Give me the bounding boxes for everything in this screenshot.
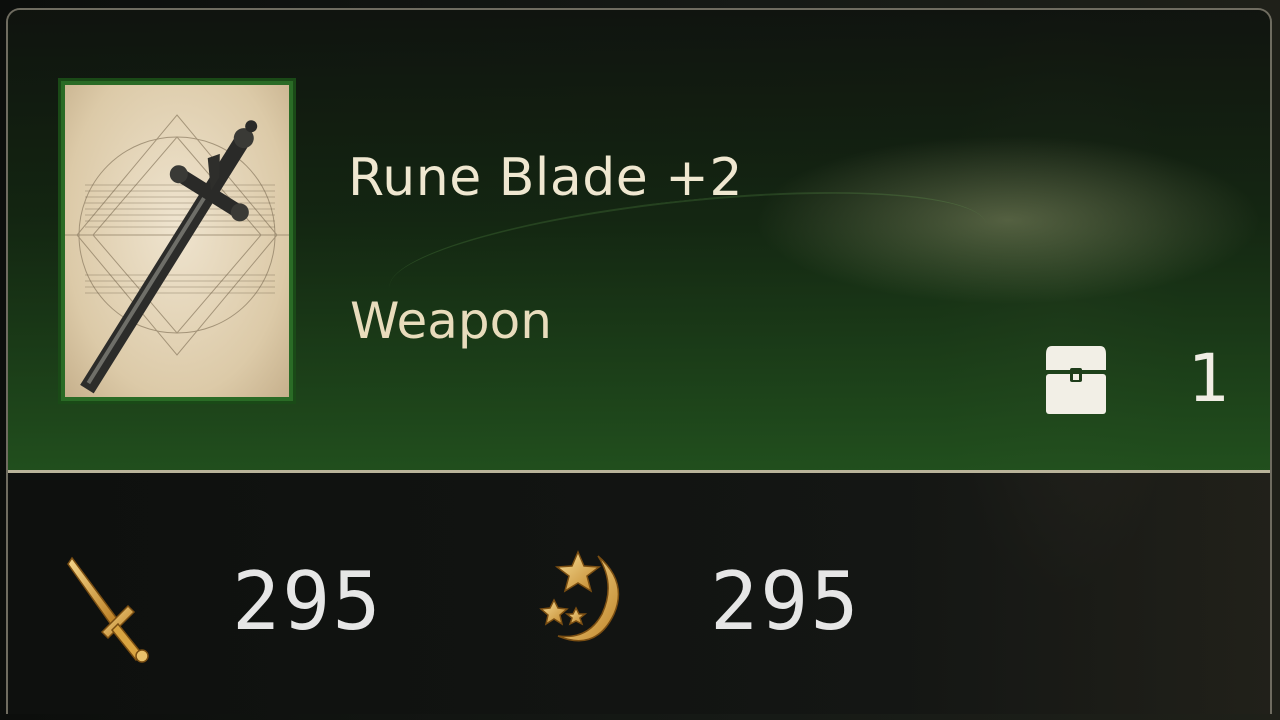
magic-value: 295 xyxy=(710,555,861,648)
item-type: Weapon xyxy=(350,292,552,350)
item-detail-panel: Rune Blade +2 Weapon 1 xyxy=(6,8,1272,714)
stars-ring-icon xyxy=(539,550,620,642)
item-name: Rune Blade +2 xyxy=(348,148,743,208)
rune-blade-image xyxy=(65,85,289,397)
sword-icon xyxy=(67,556,149,663)
treasure-chest-icon xyxy=(1046,346,1106,414)
attack-value: 295 xyxy=(232,555,383,648)
owned-count: 1 xyxy=(1188,340,1230,417)
sword-sketch-icon xyxy=(65,114,289,394)
stats-section xyxy=(8,473,1270,714)
item-header: Rune Blade +2 Weapon 1 xyxy=(8,10,1270,470)
item-thumbnail xyxy=(58,78,296,404)
